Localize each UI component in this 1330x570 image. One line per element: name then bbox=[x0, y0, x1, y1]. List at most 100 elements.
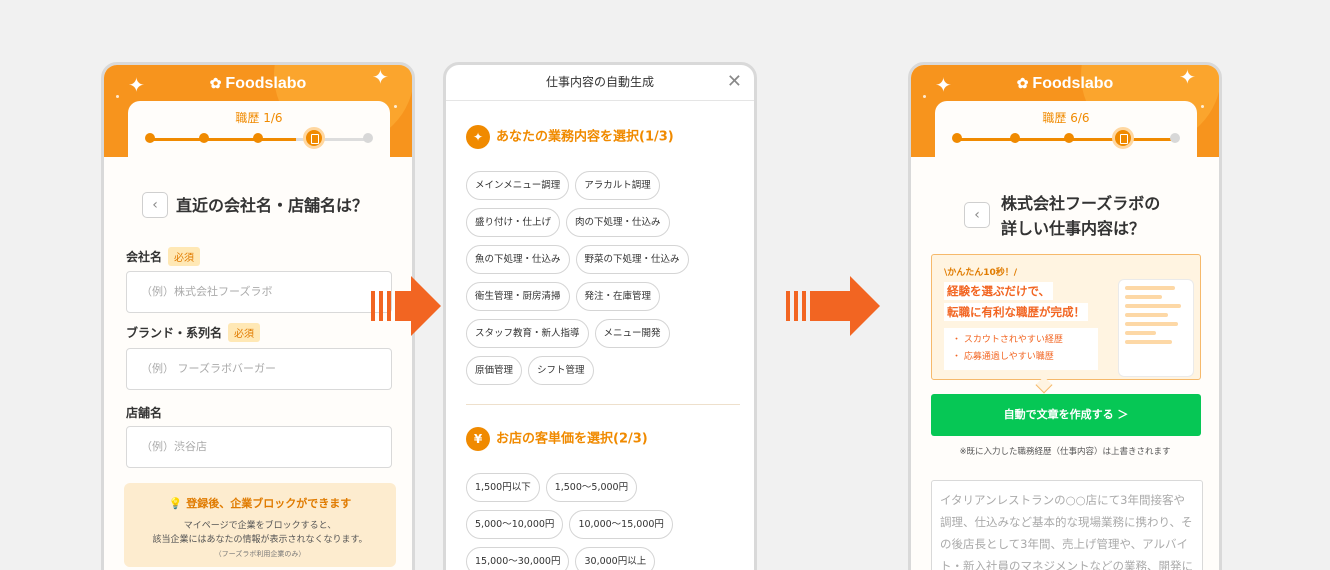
block-notice: 💡 登録後、企業ブロックができます マイページで企業をブロックすると、 該当企業… bbox=[124, 483, 396, 567]
logo-chef-icon: ✿ bbox=[209, 75, 222, 91]
decor-dot bbox=[1201, 105, 1204, 108]
chip-option[interactable]: 原価管理 bbox=[466, 356, 523, 385]
sparkle-icon: ✦ bbox=[466, 125, 490, 149]
logo: ✿ Foodslabo bbox=[104, 75, 412, 93]
promo-bullets: ・ スカウトされやすい経歴 ・ 応募通過しやすい職歴 bbox=[944, 328, 1098, 370]
progress-node bbox=[253, 133, 263, 143]
job-details-textarea[interactable]: イタリアンレストランの○○店にて3年間接客や調理、仕込みなど基本的な現場業務に携… bbox=[931, 480, 1203, 570]
section-duties-title: ✦ あなたの業務内容を選択(1/3) bbox=[466, 125, 674, 150]
illus-line bbox=[1125, 304, 1181, 308]
section-divider bbox=[466, 404, 740, 405]
arrow-stripe bbox=[387, 291, 391, 321]
notice-title-text: 登録後、企業ブロックができます bbox=[186, 497, 352, 510]
brand-name-input[interactable]: （例） フーズラボバーガー bbox=[126, 348, 392, 390]
progress-card: 職歴 6/6 bbox=[935, 101, 1197, 157]
chip-option[interactable]: 5,000〜10,000円 bbox=[466, 510, 564, 539]
notice-title: 💡 登録後、企業ブロックができます bbox=[124, 495, 396, 511]
chip-option[interactable]: アラカルト調理 bbox=[575, 171, 660, 200]
chip-option[interactable]: 30,000円以上 bbox=[575, 547, 656, 570]
duties-chip-list: メインメニュー調理 アラカルト調理盛り付け・仕上げ 肉の下処理・仕込み魚の下処理・仕… bbox=[466, 171, 706, 393]
section-price-title: ¥ お店の客単価を選択(2/3) bbox=[466, 427, 648, 452]
progress-node bbox=[1064, 133, 1074, 143]
question-line: 詳しい仕事内容は？ bbox=[1001, 219, 1146, 238]
label-text: 店舗名 bbox=[126, 406, 163, 420]
yen-icon: ¥ bbox=[466, 427, 490, 451]
arrow-stripe bbox=[786, 291, 790, 321]
question-line: 株式会社フーズラボの bbox=[1001, 194, 1161, 213]
progress-current-icon bbox=[303, 127, 325, 149]
overwrite-note: ※既に入力した職務経歴（仕事内容）は上書きされます bbox=[959, 447, 1171, 457]
chip-option[interactable]: 15,000〜30,000円 bbox=[466, 547, 570, 570]
question-title: 直近の会社名・店舗名は？ bbox=[176, 196, 369, 215]
screen-auto-generate-modal: 仕事内容の自動生成 ✕ ✦ あなたの業務内容を選択(1/3) メインメニュー調理ア… bbox=[443, 62, 757, 570]
promo-banner: \かんたん10秒！/ 経験を選ぶだけで、 転職に有利な職歴が完成！ ・ スカウト… bbox=[931, 254, 1201, 380]
logo: ✿ Foodslabo bbox=[911, 75, 1219, 93]
progress-fill bbox=[150, 138, 297, 141]
promo-pretitle: \かんたん10秒！/ bbox=[944, 268, 1018, 278]
progress-node bbox=[1170, 133, 1180, 143]
back-button[interactable]: ‹ bbox=[142, 192, 168, 218]
chip-option[interactable]: 肉の下処理・仕込み bbox=[566, 208, 670, 237]
chip-option[interactable]: メインメニュー調理 bbox=[466, 171, 570, 200]
phone-illustration bbox=[1118, 279, 1194, 377]
chip-option[interactable]: 発注・在庫管理 bbox=[575, 282, 661, 311]
company-name-input[interactable]: （例）株式会社フーズラボ bbox=[126, 271, 392, 313]
arrow-body bbox=[810, 291, 850, 321]
auto-generate-button[interactable]: 自動で文章を作成する ＞ bbox=[931, 394, 1201, 436]
chip-option[interactable]: 魚の下処理・仕込み bbox=[466, 245, 570, 274]
lightbulb-icon: 💡 bbox=[168, 497, 183, 510]
modal-header: 仕事内容の自動生成 ✕ bbox=[446, 65, 754, 101]
header-banner: ✦ ✦ ✿ Foodslabo 職歴 6/6 bbox=[911, 65, 1219, 157]
arrow-stripe bbox=[371, 291, 375, 321]
logo-text: Foodslabo bbox=[1032, 75, 1114, 92]
store-name-input[interactable]: （例）渋谷店 bbox=[126, 426, 392, 468]
decor-dot bbox=[116, 95, 119, 98]
notice-line: マイページで企業をブロックすると、 bbox=[183, 521, 337, 531]
promo-headline: 経験を選ぶだけで、 bbox=[944, 282, 1054, 300]
section-title-text: お店の客単価を選択(2/3) bbox=[496, 431, 648, 447]
progress-card: 職歴 1/6 bbox=[128, 101, 390, 157]
screen-company-name: ✦ ✦ ✿ Foodslabo 職歴 1/6 ‹ 直近の会社名・店舗名は？ 会社名… bbox=[101, 62, 415, 570]
chip-option[interactable]: シフト管理 bbox=[528, 356, 594, 385]
back-button[interactable]: ‹ bbox=[964, 202, 990, 228]
label-text: ブランド・系列名 bbox=[126, 326, 223, 340]
screen-job-details: ✦ ✦ ✿ Foodslabo 職歴 6/6 ‹ 株式会社フーズラボの 詳しい仕事… bbox=[908, 62, 1222, 570]
chip-option[interactable]: スタッフ教育・新人指導 bbox=[466, 319, 589, 348]
decor-dot bbox=[394, 105, 397, 108]
decor-dot bbox=[923, 95, 926, 98]
close-icon[interactable]: ✕ bbox=[727, 70, 742, 94]
field-label-store: 店舗名 bbox=[126, 404, 162, 421]
modal-title: 仕事内容の自動生成 bbox=[545, 75, 654, 89]
step-label: 職歴 1/6 bbox=[235, 111, 283, 125]
chip-option[interactable]: 盛り付け・仕上げ bbox=[466, 208, 561, 237]
arrow-head bbox=[411, 276, 441, 336]
progress-node bbox=[952, 133, 962, 143]
progress-node bbox=[199, 133, 209, 143]
required-badge: 必須 bbox=[168, 247, 201, 266]
notice-line: 該当企業にはあなたの情報が表示されなくなります。 bbox=[152, 535, 368, 545]
illus-line bbox=[1125, 313, 1169, 317]
illus-line bbox=[1125, 322, 1178, 326]
chip-option[interactable]: 1,500円以下 bbox=[466, 473, 540, 502]
chip-option[interactable]: 10,000〜15,000円 bbox=[569, 510, 673, 539]
header-banner: ✦ ✦ ✿ Foodslabo 職歴 1/6 bbox=[104, 65, 412, 157]
flow-arrow bbox=[786, 276, 886, 336]
field-label-brand: ブランド・系列名 必須 bbox=[126, 323, 261, 342]
chip-option[interactable]: 衛生管理・厨房清掃 bbox=[466, 282, 570, 311]
promo-bullet: ・ スカウトされやすい経歴 bbox=[952, 335, 1063, 345]
promo-bullet: ・ 応募通過しやすい職歴 bbox=[952, 352, 1054, 362]
arrow-stripe bbox=[379, 291, 383, 321]
illus-line bbox=[1125, 331, 1156, 335]
chip-option[interactable]: メニュー開発 bbox=[594, 319, 670, 348]
progress-current-icon bbox=[1112, 127, 1134, 149]
chip-option[interactable]: 1,500〜5,000円 bbox=[545, 473, 638, 502]
step-label: 職歴 6/6 bbox=[1042, 111, 1090, 125]
notice-small: （フーズラボ利用企業のみ） bbox=[214, 550, 306, 558]
arrow-head bbox=[850, 276, 880, 336]
price-chip-list: 1,500円以下 1,500〜5,000円 5,000〜10,000円 10,000〜… bbox=[466, 473, 716, 570]
section-title-text: あなたの業務内容を選択(1/3) bbox=[496, 129, 674, 145]
progress-node bbox=[145, 133, 155, 143]
progress-node bbox=[1010, 133, 1020, 143]
chip-option[interactable]: 野菜の下処理・仕込み bbox=[575, 245, 689, 274]
arrow-body bbox=[395, 291, 411, 321]
